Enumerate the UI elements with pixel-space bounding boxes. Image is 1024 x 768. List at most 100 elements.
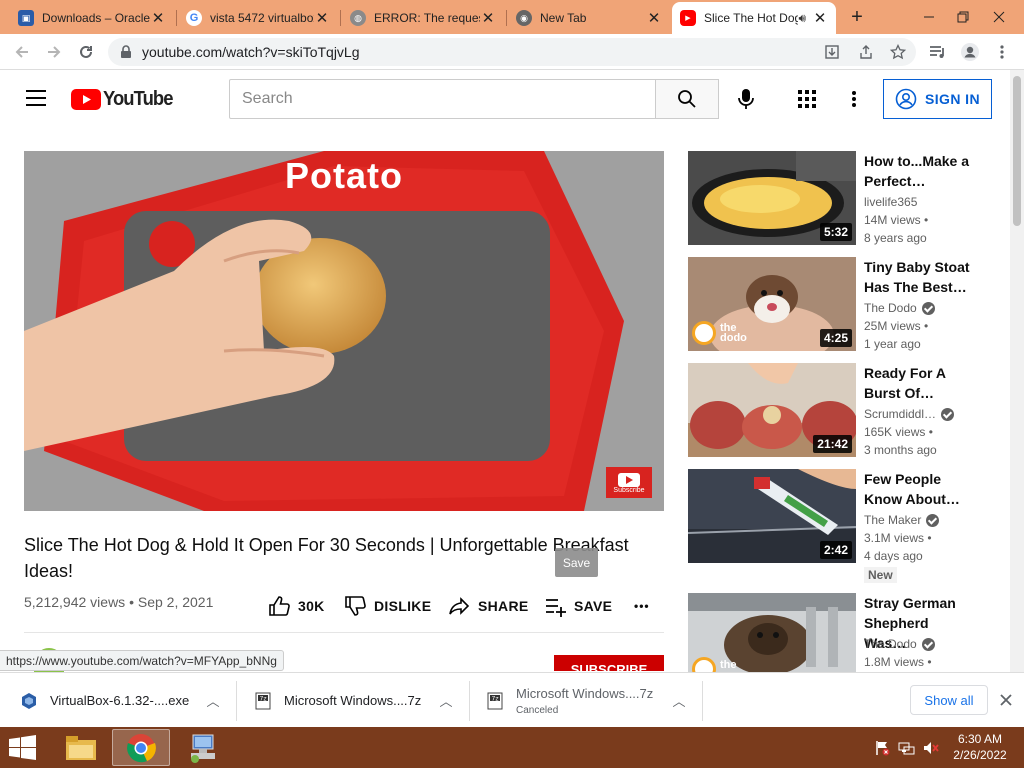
youtube-logo-icon [71, 88, 101, 110]
clock-date: 2/26/2022 [953, 748, 1007, 762]
share-button[interactable]: SHARE [448, 594, 529, 618]
download-item-canceled[interactable]: 7z Microsoft Windows....7z Canceled [486, 673, 676, 728]
channel-name[interactable]: The Dodo [864, 301, 935, 315]
minimize-button[interactable] [912, 0, 946, 34]
download-details: Microsoft Windows....7z Canceled [516, 686, 653, 716]
tab-youtube-active[interactable]: ▶ Slice The Hot Dog & Hold It Open 🔊︎ ✕ [672, 2, 836, 34]
taskbar-chrome[interactable] [112, 729, 170, 766]
view-count: 14M views • [864, 213, 929, 227]
channel-name[interactable]: The Maker [864, 513, 940, 527]
lock-icon[interactable] [116, 42, 136, 62]
video-thumbnail[interactable]: 5:32 [688, 151, 856, 245]
video-thumbnail[interactable]: 21:42 [688, 363, 856, 457]
video-thumbnail[interactable]: the [688, 593, 856, 672]
volume-muted-icon[interactable] [922, 740, 940, 761]
show-all-downloads-button[interactable]: Show all [910, 685, 988, 715]
video-thumbnail[interactable]: the dodo 4:25 [688, 257, 856, 351]
close-tab-icon[interactable]: ✕ [646, 9, 662, 27]
taskbar-file-explorer[interactable] [52, 729, 110, 766]
media-control-button[interactable] [926, 40, 950, 64]
video-duration: 4:25 [819, 329, 852, 347]
recommended-video[interactable]: 5:32 How to...Make a Perfect… livelife36… [688, 151, 988, 251]
youtube-logo[interactable]: YouTube [71, 87, 179, 111]
restore-button[interactable] [946, 0, 980, 34]
youtube-masthead: YouTube SIGN IN [0, 70, 1010, 128]
tab-google-search[interactable]: G vista 5472 virtualbox ✕ [178, 4, 338, 32]
new-tab-button[interactable]: + [846, 6, 868, 28]
bookmark-star-icon[interactable] [888, 42, 908, 62]
system-clock[interactable]: 6:30 AM 2/26/2022 [948, 731, 1012, 763]
action-center-flag-icon[interactable] [874, 740, 890, 761]
close-tab-icon[interactable]: ✕ [150, 9, 166, 27]
page-scrollbar[interactable] [1010, 70, 1024, 672]
view-count: 3.1M views • [864, 531, 932, 545]
tab-new-tab[interactable]: ◉ New Tab ✕ [508, 4, 670, 32]
like-count: 30K [298, 598, 325, 614]
download-filename: Microsoft Windows....7z [284, 693, 422, 708]
browser-menu-button[interactable] [990, 40, 1014, 64]
close-downloads-bar-button[interactable] [999, 693, 1013, 712]
video-duration: 21:42 [813, 435, 852, 453]
channel-name[interactable]: Scrumdiddl… [864, 407, 955, 421]
settings-menu-button[interactable] [851, 90, 857, 113]
downloads-bar: VirtualBox-6.1.32-....exe ︿ 7z Microsoft… [0, 672, 1024, 727]
network-status-icon[interactable] [898, 740, 916, 761]
svg-text:7z: 7z [492, 695, 499, 702]
search-input[interactable] [230, 80, 655, 118]
video-thumbnail[interactable]: 2:42 [688, 469, 856, 563]
search-button[interactable] [655, 79, 719, 119]
search-box[interactable] [229, 79, 656, 119]
reload-button[interactable] [74, 40, 98, 64]
close-window-button[interactable] [982, 0, 1016, 34]
sign-in-button[interactable]: SIGN IN [883, 79, 992, 119]
save-button[interactable]: SAVE [544, 594, 612, 618]
chevron-up-icon[interactable]: ︿ [671, 692, 687, 709]
subscribe-watermark-label[interactable]: Subscribe [606, 487, 652, 494]
dislike-button[interactable]: DISLIKE [344, 594, 431, 618]
close-tab-icon[interactable]: ✕ [314, 9, 330, 27]
sign-in-label: SIGN IN [925, 91, 980, 107]
divider [702, 681, 703, 721]
start-button[interactable] [8, 735, 38, 766]
recommended-video[interactable]: 2:42 Few People Know About… The Maker 3.… [688, 469, 988, 587]
channel-name[interactable]: livelife365 [864, 195, 917, 209]
download-item[interactable]: VirtualBox-6.1.32-....exe [20, 673, 220, 728]
close-tab-icon[interactable]: ✕ [812, 9, 828, 27]
forward-button[interactable] [42, 40, 66, 64]
tab-title: ERROR: The request could not be satisfie… [374, 11, 480, 25]
scrollbar-thumb[interactable] [1013, 76, 1021, 226]
video-title[interactable]: Ready For A Burst Of… [864, 363, 974, 403]
profile-button[interactable] [958, 40, 982, 64]
channel-name[interactable]: The Dodo [864, 637, 935, 651]
channel-name-text: The Dodo [864, 637, 917, 651]
archive-file-icon: 7z [486, 692, 504, 710]
install-app-icon[interactable] [822, 42, 842, 62]
video-title[interactable]: How to...Make a Perfect… [864, 151, 974, 191]
recommended-video[interactable]: 21:42 Ready For A Burst Of… Scrumdiddl… … [688, 363, 988, 463]
taskbar-network-app[interactable] [174, 729, 232, 766]
more-actions-button[interactable]: ••• [634, 594, 650, 618]
back-button[interactable] [10, 40, 34, 64]
like-button[interactable]: 30K [268, 594, 325, 618]
chevron-up-icon[interactable]: ︿ [205, 692, 221, 709]
download-item[interactable]: 7z Microsoft Windows....7z [254, 673, 444, 728]
apps-grid-button[interactable] [798, 90, 816, 113]
tab-title: Downloads – Oracle VM VirtualBox [42, 11, 150, 25]
subscribe-button[interactable]: SUBSCRIBE [554, 655, 664, 671]
tab-error[interactable]: ◍ ERROR: The request could not be satisf… [342, 4, 504, 32]
address-bar[interactable]: youtube.com/watch?v=skiToTqjvLg [108, 38, 916, 66]
chevron-up-icon[interactable]: ︿ [438, 692, 454, 709]
close-tab-icon[interactable]: ✕ [480, 9, 496, 27]
hamburger-menu-icon[interactable] [26, 90, 46, 111]
video-title[interactable]: Few People Know About… [864, 469, 974, 509]
video-title[interactable]: Tiny Baby Stoat Has The Best… [864, 257, 974, 297]
video-player[interactable]: Potato Subscribe [24, 151, 664, 511]
tab-virtualbox-downloads[interactable]: ▣ Downloads – Oracle VM VirtualBox ✕ [10, 4, 174, 32]
thumbs-down-icon [345, 596, 366, 616]
speaker-icon[interactable]: 🔊︎ [798, 11, 806, 26]
share-icon[interactable] [856, 42, 876, 62]
recommended-video[interactable]: the dodo 4:25 Tiny Baby Stoat Has The Be… [688, 257, 988, 357]
voice-search-button[interactable] [737, 88, 755, 115]
recommended-video[interactable]: the Stray German Shepherd Was… The Dodo … [688, 593, 988, 672]
video-duration: 5:32 [819, 223, 852, 241]
